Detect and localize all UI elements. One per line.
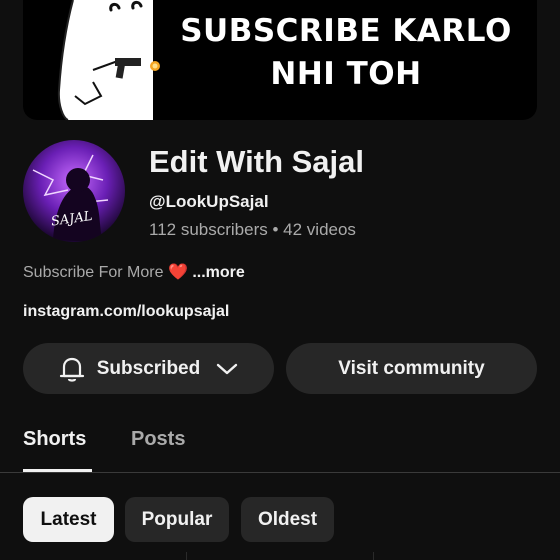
channel-name: Edit With Sajal: [149, 144, 365, 179]
more-link[interactable]: ...more: [192, 264, 244, 281]
description-text: Subscribe For More: [23, 264, 164, 281]
sort-chip-latest[interactable]: Latest: [23, 497, 114, 542]
tabs-divider: [0, 472, 560, 473]
subscribed-label: Subscribed: [96, 357, 201, 379]
channel-description[interactable]: Subscribe For More ❤️ ...more: [23, 262, 245, 282]
heart-icon: ❤️: [167, 264, 188, 281]
stats-separator: •: [267, 220, 284, 239]
avatar-image: SAJAL: [23, 140, 125, 242]
channel-avatar[interactable]: SAJAL: [23, 140, 125, 242]
video-count: 42 videos: [283, 220, 356, 239]
bell-icon: [59, 355, 85, 383]
grid-divider: [186, 552, 187, 560]
grid-divider: [373, 552, 374, 560]
tab-shorts[interactable]: Shorts: [23, 428, 86, 451]
sort-chip-popular[interactable]: Popular: [125, 497, 229, 542]
visit-community-button[interactable]: Visit community: [286, 343, 537, 394]
channel-external-link[interactable]: instagram.com/lookupsajal: [23, 303, 229, 321]
channel-stats: 112 subscribers • 42 videos: [149, 220, 356, 240]
banner-caption: SUBSCRIBE KARLO NHI TOH: [141, 10, 537, 96]
sort-chip-oldest[interactable]: Oldest: [241, 497, 334, 542]
shorts-grid-top-edge: [0, 552, 560, 560]
subscribed-button[interactable]: Subscribed: [23, 343, 274, 394]
channel-banner: SUBSCRIBE KARLO NHI TOH: [23, 0, 537, 120]
chevron-down-icon: [216, 362, 238, 376]
tab-posts[interactable]: Posts: [131, 428, 185, 451]
banner-caption-line-1: SUBSCRIBE KARLO: [180, 13, 512, 49]
subscriber-count: 112 subscribers: [149, 220, 268, 239]
banner-caption-line-2: NHI TOH: [270, 56, 422, 92]
channel-handle: @LookUpSajal: [149, 192, 269, 211]
